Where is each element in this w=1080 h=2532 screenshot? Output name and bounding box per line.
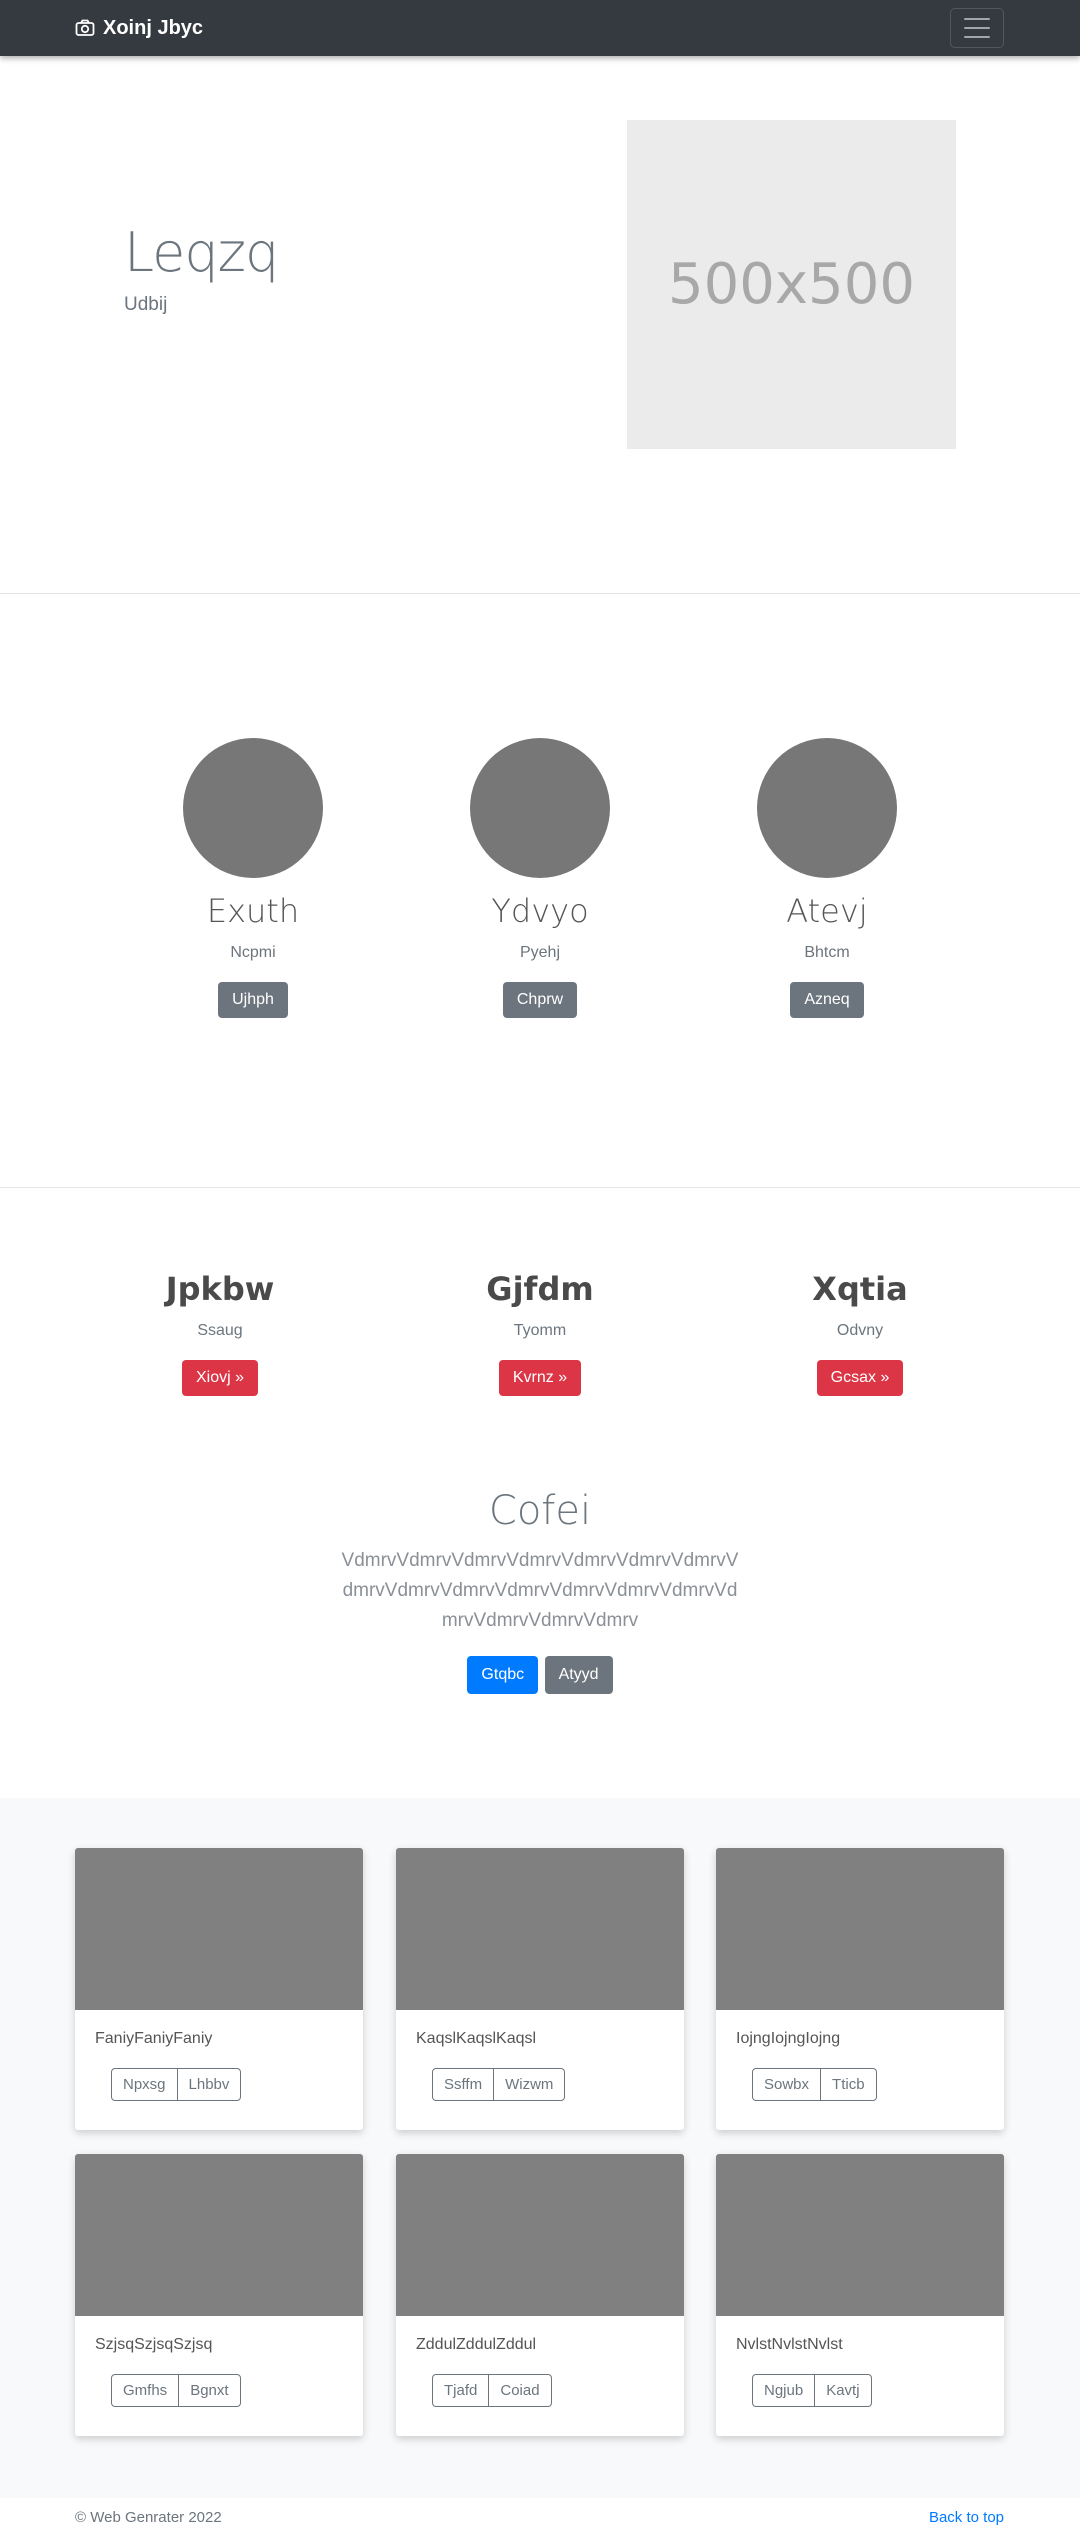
hero-image-placeholder: 500x500 [627,120,956,449]
card-button-2[interactable]: Bgnxt [178,2375,239,2406]
card-button-group: Sowbx Tticb [752,2068,877,2101]
feature-column-1: Jpkbw Ssaug Xiovj » [90,1270,350,1396]
circle-heading: Ydvyo [491,892,589,930]
jumbotron-buttons: Gtqbc Atyyd [0,1656,1080,1694]
feature-text: Odvny [836,1322,884,1339]
feature-heading: Gjfdm [486,1270,594,1308]
card-button-1[interactable]: Tjafd [433,2375,488,2406]
album-section: FaniyFaniyFaniy Npxsg Lhbbv KaqslKaqslKa… [0,1798,1080,2498]
album-card: NvlstNvlstNvlst Ngjub Kavtj [716,2154,1004,2436]
circle-button[interactable]: Chprw [502,982,578,1018]
card-button-2[interactable]: Coiad [488,2375,550,2406]
back-to-top-link[interactable]: Back to top [929,2509,1004,2526]
card-button-2[interactable]: Kavtj [814,2375,870,2406]
album-card: ZddulZddulZddul Tjafd Coiad [396,2154,684,2436]
card-text: SzjsqSzjsqSzjsq [95,2336,213,2353]
card-image-placeholder [75,2154,363,2316]
card-text: NvlstNvlstNvlst [736,2336,843,2353]
hamburger-icon [964,18,990,20]
footer-copyright: © Web Genrater 2022 [75,2509,222,2526]
circle-heading: Atevj [786,892,868,930]
card-button-2[interactable]: Tticb [820,2069,876,2100]
card-button-group: Npxsg Lhbbv [111,2068,242,2101]
card-button-1[interactable]: Ssffm [433,2069,493,2100]
card-button-group: Ssffm Wizwm [432,2068,566,2101]
album-card: KaqslKaqslKaqsl Ssffm Wizwm [396,1848,684,2130]
hero-title: Leqzq [124,221,279,284]
hero-subtitle: Udbij [124,294,168,315]
card-image-placeholder [396,2154,684,2316]
feature-heading: Jpkbw [165,1270,275,1308]
feature-text: Tyomm [513,1322,567,1339]
circle-column-3: Atevj Bhtcm Azneq [697,738,957,1018]
album-card: FaniyFaniyFaniy Npxsg Lhbbv [75,1848,363,2130]
circle-column-1: Exuth Ncpmi Ujhph [123,738,383,1018]
album-card: IojngIojngIojng Sowbx Tticb [716,1848,1004,2130]
card-button-2[interactable]: Lhbbv [176,2069,241,2100]
card-text: IojngIojngIojng [736,2030,841,2047]
card-text: KaqslKaqslKaqsl [416,2030,537,2047]
card-image-placeholder [716,1848,1004,2010]
brand-name: Xoinj Jbyc [103,16,204,39]
feature-text: Ssaug [197,1322,243,1339]
brand-link[interactable]: Xoinj Jbyc [75,14,203,42]
jumbotron-heading: Cofei [488,1488,592,1534]
card-image-placeholder [716,2154,1004,2316]
card-image-placeholder [75,1848,363,2010]
primary-button[interactable]: Gtqbc [467,1656,539,1694]
secondary-button[interactable]: Atyyd [544,1656,613,1694]
card-text: ZddulZddulZddul [416,2336,537,2353]
card-button-group: Ngjub Kavtj [752,2374,872,2407]
avatar-circle [470,738,610,878]
navbar: Xoinj Jbyc [0,0,1080,56]
hero-image-label: 500x500 [668,252,915,317]
card-button-1[interactable]: Gmfhs [112,2375,178,2406]
card-button-1[interactable]: Npxsg [112,2069,177,2100]
circle-column-2: Ydvyo Pyehj Chprw [410,738,670,1018]
feature-button[interactable]: Gcsax » [816,1360,904,1396]
card-button-2[interactable]: Wizwm [493,2069,564,2100]
circle-heading: Exuth [206,892,300,930]
card-button-group: Gmfhs Bgnxt [111,2374,241,2407]
section-divider [0,593,1080,594]
circle-text: Ncpmi [230,944,276,961]
card-button-group: Tjafd Coiad [432,2374,552,2407]
jumbotron-text: VdmrvVdmrvVdmrvVdmrvVdmrvVdmrvVdmrvVdmrv… [341,1550,739,1631]
card-text: FaniyFaniyFaniy [95,2030,213,2047]
circle-text: Pyehj [519,944,561,961]
circle-button[interactable]: Azneq [790,982,864,1018]
circle-text: Bhtcm [804,944,850,961]
card-button-1[interactable]: Sowbx [753,2069,820,2100]
avatar-circle [183,738,323,878]
feature-heading: Xqtia [812,1270,908,1308]
avatar-circle [757,738,897,878]
feature-button[interactable]: Kvrnz » [498,1360,582,1396]
feature-button[interactable]: Xiovj » [181,1360,259,1396]
section-divider [0,1187,1080,1188]
feature-column-3: Xqtia Odvny Gcsax » [730,1270,990,1396]
card-image-placeholder [396,1848,684,2010]
navbar-toggler[interactable] [950,8,1004,48]
card-button-1[interactable]: Ngjub [753,2375,814,2406]
camera-icon [75,19,95,37]
feature-column-2: Gjfdm Tyomm Kvrnz » [410,1270,670,1396]
circle-button[interactable]: Ujhph [218,982,288,1018]
album-card: SzjsqSzjsqSzjsq Gmfhs Bgnxt [75,2154,363,2436]
